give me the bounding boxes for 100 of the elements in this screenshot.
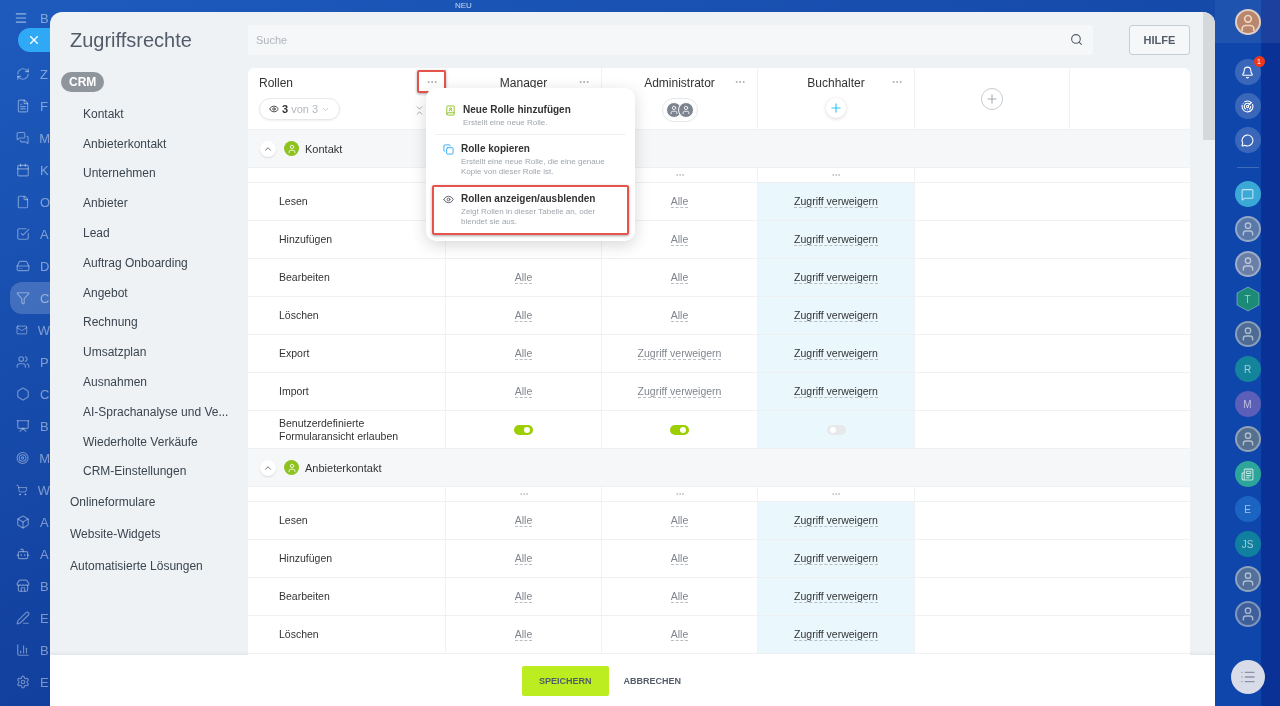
save-button[interactable]: SPEICHERN (522, 665, 609, 696)
toggle-switch[interactable] (826, 424, 846, 435)
user-initials[interactable]: JS (1234, 531, 1261, 557)
access-value[interactable]: Zugriff verweigern (637, 347, 722, 360)
collapse-button[interactable] (260, 459, 276, 476)
nav-link[interactable]: Unternehmen (70, 158, 248, 189)
menu-item[interactable]: Neue Rolle hinzufügen Erstellt eine neue Rolle. (434, 96, 627, 135)
nav-link[interactable]: Anbieterkontakt (70, 128, 248, 159)
nav-item[interactable]: A (0, 506, 50, 538)
nav-link[interactable]: CRM-Einstellungen (70, 456, 248, 487)
access-value[interactable]: Alle (514, 628, 533, 641)
access-value[interactable]: Alle (514, 309, 533, 322)
chat-app-icon[interactable] (1234, 461, 1261, 487)
user-avatar[interactable] (1234, 8, 1261, 35)
nav-link[interactable]: Angebot (70, 277, 248, 308)
nav-item[interactable]: W (0, 314, 50, 346)
nav-item[interactable]: K (0, 154, 50, 186)
user-avatar[interactable] (1234, 251, 1261, 277)
access-value[interactable]: Alle (670, 514, 689, 527)
user-avatar[interactable] (1234, 601, 1261, 627)
nav-item[interactable]: A (0, 218, 50, 250)
access-value[interactable]: Alle (670, 552, 689, 565)
access-value[interactable]: Zugriff verweigern (794, 195, 878, 208)
cancel-button[interactable]: ABBRECHEN (621, 665, 683, 696)
access-value[interactable]: Alle (514, 514, 533, 527)
nav-item[interactable]: M (0, 122, 50, 154)
access-value[interactable]: Alle (670, 233, 689, 246)
nav-link[interactable]: Kontakt (70, 99, 248, 129)
nav-link[interactable]: Onlineformulare (70, 486, 248, 519)
nav-link[interactable]: Website-Widgets (70, 518, 248, 551)
access-value[interactable]: Zugriff verweigern (794, 514, 878, 527)
nav-item[interactable]: B (0, 410, 50, 442)
nav-item[interactable]: F (0, 90, 50, 122)
access-value[interactable]: Alle (514, 552, 533, 565)
access-value[interactable]: Alle (670, 590, 689, 603)
access-value[interactable]: Alle (514, 271, 533, 284)
close-button[interactable] (18, 28, 50, 52)
access-value[interactable]: Zugriff verweigern (794, 233, 878, 246)
collapse-button[interactable] (260, 140, 276, 157)
toggle-switch[interactable] (670, 424, 689, 435)
scrollbar[interactable] (1203, 12, 1215, 140)
access-value[interactable]: Alle (670, 309, 689, 322)
nav-link[interactable]: Umsatzplan (70, 337, 248, 368)
add-role-button[interactable] (981, 88, 1003, 110)
nav-item[interactable]: B (0, 570, 50, 602)
nav-item[interactable]: M (0, 442, 50, 474)
access-value[interactable]: Zugriff verweigern (637, 385, 722, 398)
add-member-button[interactable] (826, 98, 846, 118)
search-icon[interactable] (1070, 33, 1083, 46)
user-avatar[interactable] (1234, 426, 1261, 452)
access-value[interactable]: Zugriff verweigern (794, 385, 878, 398)
nav-item[interactable]: E (0, 666, 50, 698)
chat-list-button[interactable] (1230, 660, 1265, 694)
nav-item[interactable]: E (0, 602, 50, 634)
access-value[interactable]: Alle (514, 347, 533, 360)
access-value[interactable]: Zugriff verweigern (794, 309, 878, 322)
user-avatar[interactable] (1234, 321, 1261, 347)
toggle-switch[interactable] (514, 424, 533, 435)
access-value[interactable]: Alle (514, 590, 533, 603)
menu-item[interactable]: Rollen anzeigen/ausblenden Zeigt Rollen in dieser Tabelle an, oder blendet sie aus. (432, 185, 629, 235)
access-value[interactable]: Zugriff verweigern (794, 590, 878, 603)
nav-item[interactable]: O (0, 186, 50, 218)
access-value[interactable]: Zugriff verweigern (794, 347, 878, 360)
help-button[interactable]: HILFE (1129, 25, 1190, 55)
nav-item[interactable]: C (0, 378, 50, 410)
access-value[interactable]: Alle (670, 628, 689, 641)
nav-item[interactable]: A (0, 538, 50, 570)
access-value[interactable]: Zugriff verweigern (794, 628, 878, 641)
group-initials[interactable]: T (1234, 286, 1261, 312)
access-value[interactable]: Alle (514, 385, 533, 398)
nav-item[interactable]: D (0, 250, 50, 282)
access-value[interactable]: Alle (670, 195, 689, 208)
nav-link[interactable]: Wiederholte Verkäufe (70, 426, 248, 457)
access-value[interactable]: Zugriff verweigern (794, 271, 878, 284)
role-filter[interactable]: 3 von 3 (259, 98, 341, 120)
nav-link[interactable]: Rechnung (70, 307, 248, 338)
search-field[interactable]: Suche (248, 25, 1093, 55)
chat-app-icon[interactable] (1234, 181, 1261, 207)
access-value[interactable]: Zugriff verweigern (794, 552, 878, 565)
user-avatar[interactable] (1234, 216, 1261, 242)
menu-item[interactable]: Rolle kopieren Erstellt eine neue Rolle, die eine genaue Kopie von dieser Rolle ist. (432, 135, 629, 185)
user-avatar[interactable] (1234, 566, 1261, 592)
nav-item[interactable]: P (0, 346, 50, 378)
nav-item[interactable]: W (0, 474, 50, 506)
nav-link[interactable]: Ausnahmen (70, 367, 248, 397)
nav-link[interactable]: Automatisierte Lösungen (70, 550, 248, 583)
nav-link[interactable]: AI-Sprachanalyse und Ve... (70, 396, 248, 427)
radar-button[interactable] (1234, 93, 1261, 119)
nav-link[interactable]: Anbieter (70, 188, 248, 219)
nav-section[interactable]: CRM (61, 72, 105, 92)
chat-button[interactable] (1234, 127, 1261, 153)
menu-icon[interactable] (14, 11, 28, 25)
nav-item[interactable]: Z (0, 58, 50, 90)
access-value[interactable]: Alle (670, 271, 689, 284)
nav-item[interactable]: C (10, 282, 50, 314)
user-initials[interactable]: E (1234, 496, 1261, 522)
user-initials[interactable]: R (1234, 356, 1261, 382)
user-initials[interactable]: M (1234, 391, 1261, 417)
nav-item[interactable]: B (0, 634, 50, 666)
member-avatars[interactable] (661, 98, 698, 122)
